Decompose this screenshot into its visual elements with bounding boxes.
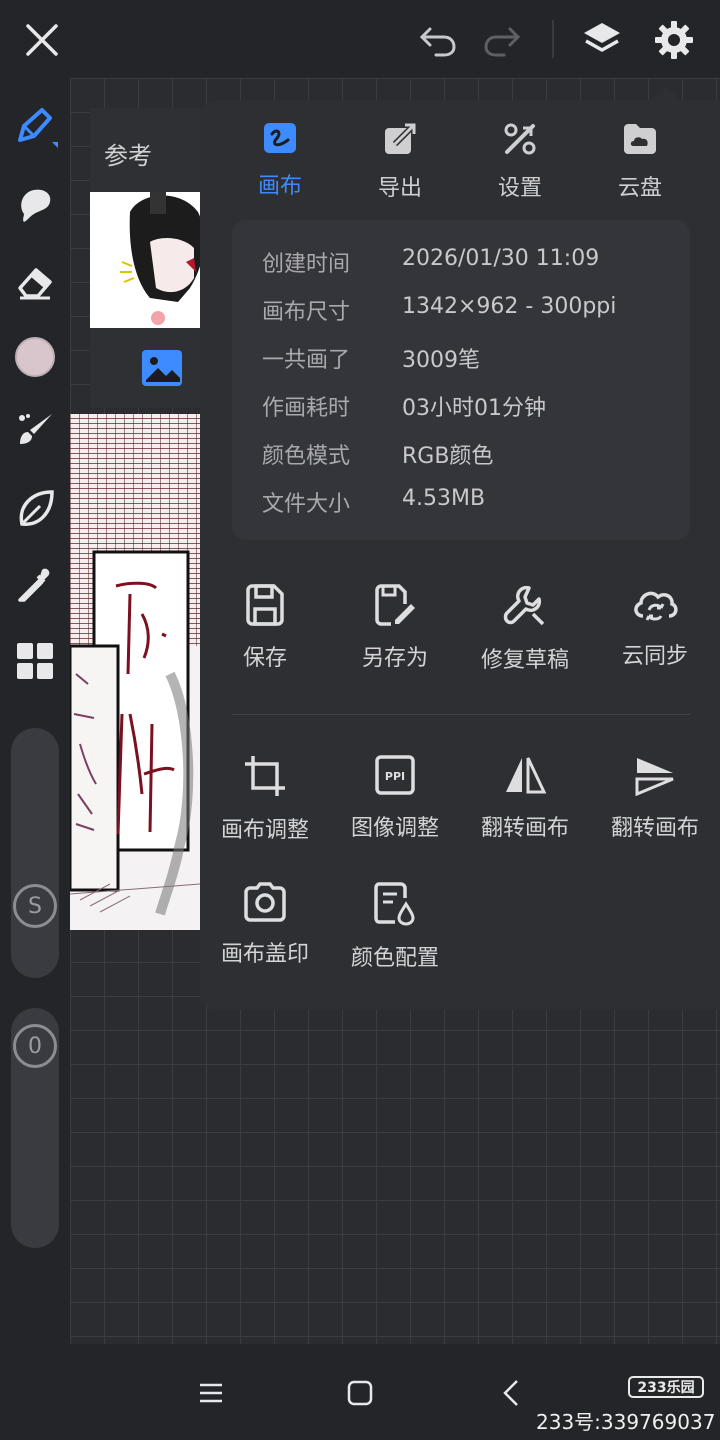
canvas-icon [263,122,297,158]
save-button[interactable]: 保存 [200,584,330,694]
reference-title: 参考 [104,142,152,170]
tab-export[interactable]: 导出 [340,122,460,202]
info-key: 作画耗时 [262,396,351,421]
tab-canvas-label: 画布 [257,174,302,199]
cloud-sync-label: 云同步 [621,644,688,669]
tab-export-label: 导出 [377,176,422,201]
info-row-size: 画布尺寸 1342×962 - 300ppi [262,294,617,325]
info-value: RGB颜色 [402,444,494,469]
info-key: 创建时间 [262,252,351,277]
tab-settings[interactable]: 设置 [460,122,580,202]
repair-icon [503,584,547,632]
info-value: 3009笔 [402,348,480,373]
info-value: 03小时01分钟 [402,396,546,421]
repair-draft-label: 修复草稿 [480,648,569,673]
top-bar [0,0,720,78]
save-as-icon [373,584,417,630]
left-toolbar: S 0 [0,78,70,1344]
image-icon[interactable] [140,348,184,392]
crop-icon [243,754,287,802]
cloud-sync-icon [631,584,679,628]
brush-size-knob[interactable]: S [13,884,57,928]
canvas-stamp-button[interactable]: 画布盖印 [200,882,330,992]
save-as-button[interactable]: 另存为 [330,584,460,694]
image-adjust-label: 图像调整 [350,816,439,841]
settings-tools-icon [503,122,537,160]
color-config-button[interactable]: 颜色配置 [330,882,460,992]
gear-icon[interactable] [648,14,700,66]
tab-settings-label: 设置 [497,176,542,201]
info-row-time: 作画耗时 03小时01分钟 [262,390,546,421]
info-value: 1342×962 - 300ppi [402,294,617,319]
toolbar-divider [552,20,554,58]
repair-draft-button[interactable]: 修复草稿 [460,584,590,694]
grid-menu-icon[interactable] [8,634,62,688]
smudge-icon[interactable] [8,178,62,232]
eraser-icon[interactable] [8,254,62,308]
info-value: 4.53MB [402,486,486,511]
info-key: 文件大小 [262,492,351,517]
info-row-strokes: 一共画了 3009笔 [262,342,480,373]
flip-vertical-icon [633,754,677,800]
eyedropper-icon[interactable] [8,558,62,612]
color-swatch[interactable] [8,330,62,384]
flip-horizontal-label: 翻转画布 [480,816,569,841]
image-adjust-button[interactable]: PPI 图像调整 [330,754,460,864]
svg-text:PPI: PPI [385,770,405,783]
pen-icon[interactable] [8,100,62,154]
watermark-logo: 233乐园 [628,1376,704,1398]
section-divider [232,714,690,715]
back-icon[interactable] [488,1370,534,1416]
info-row-color-mode: 颜色模式 RGB颜色 [262,438,494,469]
flip-vertical-button[interactable]: 翻转画布 [590,754,720,864]
flip-horizontal-icon [503,754,547,800]
camera-icon [243,882,287,926]
opacity-knob[interactable]: 0 [13,1024,57,1068]
color-config-icon [373,882,417,930]
flip-horizontal-button[interactable]: 翻转画布 [460,754,590,864]
cloud-sync-button[interactable]: 云同步 [590,584,720,694]
color-config-label: 颜色配置 [350,946,439,971]
layers-icon[interactable] [576,14,628,66]
tab-cloud-drive-label: 云盘 [617,176,662,201]
brush-size-slider[interactable] [11,728,59,978]
watermark-id: 233号:339769037 [536,1410,716,1434]
tab-canvas[interactable]: 画布 [220,122,340,202]
info-value: 2026/01/30 11:09 [402,246,600,271]
popup-arrow [652,86,680,100]
redo-icon[interactable] [476,14,528,66]
close-icon[interactable] [16,14,68,66]
artwork-drawing [70,550,202,930]
home-icon[interactable] [337,1370,383,1416]
canvas-menu-popup: 画布 导出 设置 云盘 创建时间 2026/01/30 11:09 画布尺寸 134… [200,100,720,1010]
canvas-stamp-label: 画布盖印 [220,942,309,967]
export-icon [383,122,417,160]
flip-vertical-label: 翻转画布 [610,816,699,841]
undo-icon[interactable] [412,14,464,66]
info-key: 颜色模式 [262,444,351,469]
ppi-icon: PPI [374,754,416,800]
leaf-icon[interactable] [8,482,62,536]
info-row-created: 创建时间 2026/01/30 11:09 [262,246,600,277]
save-icon [244,584,286,630]
artwork[interactable] [70,414,202,930]
canvas-adjust-button[interactable]: 画布调整 [200,754,330,864]
menu-icon[interactable] [188,1370,234,1416]
info-key: 一共画了 [262,348,351,373]
info-row-file-size: 文件大小 4.53MB [262,486,486,517]
tab-cloud-drive[interactable]: 云盘 [580,122,700,202]
save-label: 保存 [242,646,287,671]
save-as-label: 另存为 [361,646,428,671]
canvas-info-panel: 创建时间 2026/01/30 11:09 画布尺寸 1342×962 - 300p… [232,220,690,540]
info-key: 画布尺寸 [262,300,351,325]
canvas-adjust-label: 画布调整 [220,818,309,843]
cloud-drive-icon [622,122,658,160]
brush-icon[interactable] [8,404,62,458]
